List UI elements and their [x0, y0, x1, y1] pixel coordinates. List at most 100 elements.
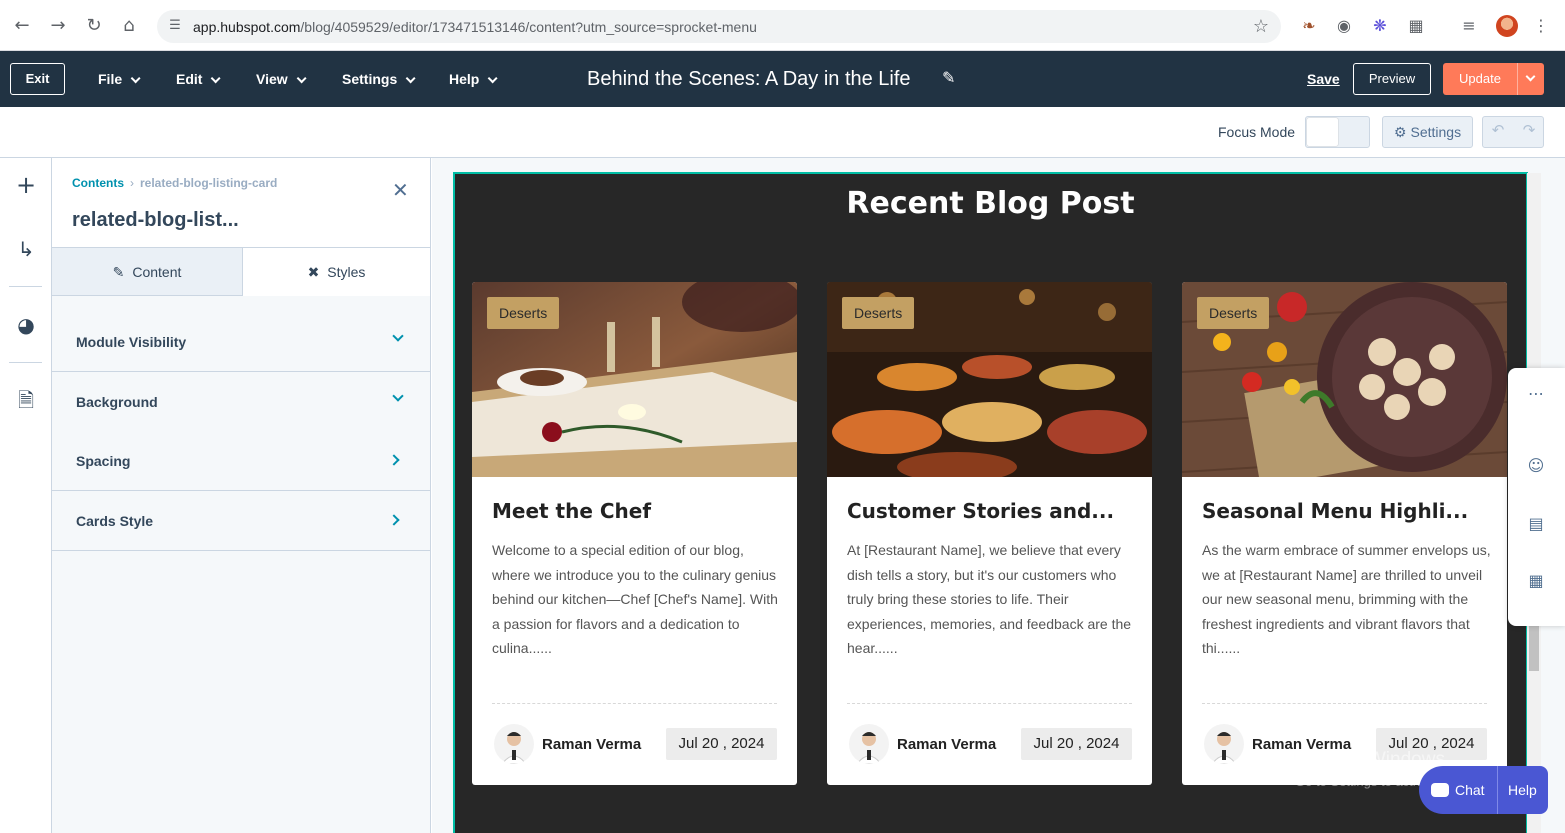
preview-button[interactable]: Preview: [1353, 63, 1431, 95]
editor-subtoolbar: Focus Mode ⚙ Settings ↶ ↷: [0, 107, 1565, 158]
focus-mode-toggle[interactable]: [1305, 116, 1370, 148]
menu-help[interactable]: Help: [449, 71, 498, 87]
post-date: Jul 20 , 2024: [1021, 728, 1132, 760]
tab-styles[interactable]: ✖ Styles: [243, 248, 430, 296]
blog-card[interactable]: Deserts Customer Stories and... At [Rest…: [827, 282, 1152, 785]
accordion-background[interactable]: Background: [52, 372, 430, 432]
author-avatar: [849, 724, 889, 764]
apps-grid-icon[interactable]: ⋯: [1524, 382, 1548, 406]
accordion-spacing[interactable]: Spacing: [52, 431, 430, 491]
blog-card[interactable]: Deserts Meet the Chef Welcome to a speci…: [472, 282, 797, 785]
breadcrumb: Contents › related-blog-listing-card: [72, 176, 277, 190]
card-excerpt: At [Restaurant Name], we believe that ev…: [847, 542, 1132, 656]
browser-window-icon[interactable]: ▤: [1524, 512, 1548, 536]
author-name: Raman Verma: [542, 736, 642, 753]
panel-tabs: ✎ Content ✖ Styles: [52, 248, 430, 296]
help-button[interactable]: Help: [1508, 782, 1537, 798]
menu-file[interactable]: File: [98, 71, 141, 87]
card-title[interactable]: Customer Stories and...: [847, 499, 1137, 523]
redo-icon[interactable]: ↷: [1514, 121, 1544, 139]
category-tag[interactable]: Deserts: [1197, 297, 1270, 329]
extension-icon[interactable]: ❧: [1298, 15, 1320, 37]
media-queue-icon[interactable]: ≡: [1458, 15, 1480, 37]
card-image-buffet: Deserts: [827, 282, 1152, 482]
recent-blog-section[interactable]: Recent Blog Post Deserts Meet the Chef W…: [453, 172, 1528, 833]
chevron-down-icon: [488, 73, 498, 84]
toggle-knob: [1307, 118, 1338, 146]
category-tag[interactable]: Deserts: [842, 297, 915, 329]
assistant-bot-icon[interactable]: ☺: [1524, 454, 1548, 478]
activation-watermark: Activate Windows: [1295, 749, 1445, 770]
breadcrumb-contents-link[interactable]: Contents: [72, 176, 124, 190]
post-title[interactable]: Behind the Scenes: A Day in the Life: [587, 68, 911, 91]
chat-button[interactable]: Chat: [1431, 782, 1485, 798]
chat-label: Chat: [1455, 782, 1485, 798]
optimize-gauge-icon[interactable]: ◕: [12, 311, 40, 339]
author-avatar: [1204, 724, 1244, 764]
module-editor-panel: Contents › related-blog-listing-card ✕ rel…: [52, 158, 431, 833]
update-label[interactable]: Update: [1443, 63, 1517, 95]
exit-button[interactable]: Exit: [10, 63, 65, 95]
author-name: Raman Verma: [897, 736, 997, 753]
calendar-icon[interactable]: ▦: [1524, 569, 1548, 593]
chevron-down-icon: [296, 73, 307, 84]
profile-avatar[interactable]: [1496, 15, 1518, 37]
puzzle-extensions-icon[interactable]: ▦: [1405, 15, 1427, 37]
tab-content[interactable]: ✎ Content: [52, 248, 243, 296]
card-title[interactable]: Meet the Chef: [492, 499, 782, 523]
spark-extension-icon[interactable]: ❋: [1369, 15, 1391, 37]
chevron-down-icon: [392, 390, 404, 402]
undo-icon[interactable]: ↶: [1483, 121, 1513, 139]
menu-view[interactable]: View: [256, 71, 307, 87]
accordion-cards-style[interactable]: Cards Style: [52, 491, 430, 551]
right-floating-toolbar: ⋯ ☺ ▤ ▦: [1508, 368, 1565, 626]
bookmark-star-icon[interactable]: ☆: [1253, 16, 1269, 37]
menu-edit[interactable]: Edit: [176, 71, 222, 87]
chevron-down-icon: [405, 73, 416, 84]
gear-icon: ⚙: [1393, 125, 1407, 141]
update-button[interactable]: Update: [1443, 63, 1544, 95]
layers-tree-icon[interactable]: ↳: [12, 235, 40, 263]
url-text[interactable]: app.hubspot.com/blog/4059529/editor/1734…: [193, 19, 757, 35]
settings-button[interactable]: ⚙ Settings: [1382, 116, 1473, 148]
address-bar[interactable]: ☰ app.hubspot.com/blog/4059529/editor/17…: [157, 10, 1281, 43]
back-arrow-icon[interactable]: ←: [10, 14, 34, 38]
card-excerpt: Welcome to a special edition of our blog…: [492, 542, 778, 656]
tab-content-label: Content: [132, 264, 182, 280]
home-icon[interactable]: ⌂: [117, 14, 141, 38]
card-title[interactable]: Seasonal Menu Highli...: [1202, 499, 1492, 523]
panel-title: related-blog-list...: [72, 209, 239, 231]
undo-redo-group: ↶ ↷: [1482, 116, 1544, 148]
more-menu-icon[interactable]: ⋮: [1530, 15, 1552, 37]
reload-icon[interactable]: ↻: [82, 14, 106, 38]
pencil-icon: ✎: [112, 265, 125, 281]
update-dropdown-toggle[interactable]: [1517, 63, 1544, 95]
menu-settings[interactable]: Settings: [342, 71, 416, 87]
browser-toolbar: ← → ↻ ⌂ ☰ app.hubspot.com/blog/4059529/e…: [0, 0, 1565, 51]
card-divider: [492, 703, 777, 704]
add-icon[interactable]: +: [12, 171, 40, 199]
page-document-icon[interactable]: 🗎: [12, 386, 40, 414]
chevron-right-icon: [388, 454, 400, 466]
editor-header: Exit File Edit View Settings Help Behind…: [0, 51, 1565, 107]
category-tag[interactable]: Deserts: [487, 297, 560, 329]
scrollbar-thumb[interactable]: [1529, 621, 1539, 671]
card-divider: [1202, 703, 1487, 704]
author-avatar: [494, 724, 534, 764]
chevron-down-icon: [130, 73, 141, 84]
site-settings-icon[interactable]: ☰: [166, 17, 184, 35]
edit-pencil-icon[interactable]: ✎: [942, 68, 955, 87]
save-button[interactable]: Save: [1307, 71, 1340, 87]
rail-divider: [9, 286, 42, 287]
accordion-label: Background: [76, 394, 158, 410]
post-date: Jul 20 , 2024: [666, 728, 777, 760]
close-icon[interactable]: ✕: [392, 178, 409, 202]
section-heading: Recent Blog Post: [846, 186, 1135, 221]
forward-arrow-icon[interactable]: →: [46, 14, 70, 38]
camera-extension-icon[interactable]: ◉: [1333, 15, 1355, 37]
breadcrumb-chevron-icon: ›: [130, 176, 134, 190]
accordion-label: Module Visibility: [76, 334, 187, 350]
accordion-module-visibility[interactable]: Module Visibility: [52, 312, 430, 372]
card-excerpt: As the warm embrace of summer envelops u…: [1202, 542, 1491, 656]
blog-card[interactable]: Deserts Seasonal Menu Highli... As the w…: [1182, 282, 1507, 785]
